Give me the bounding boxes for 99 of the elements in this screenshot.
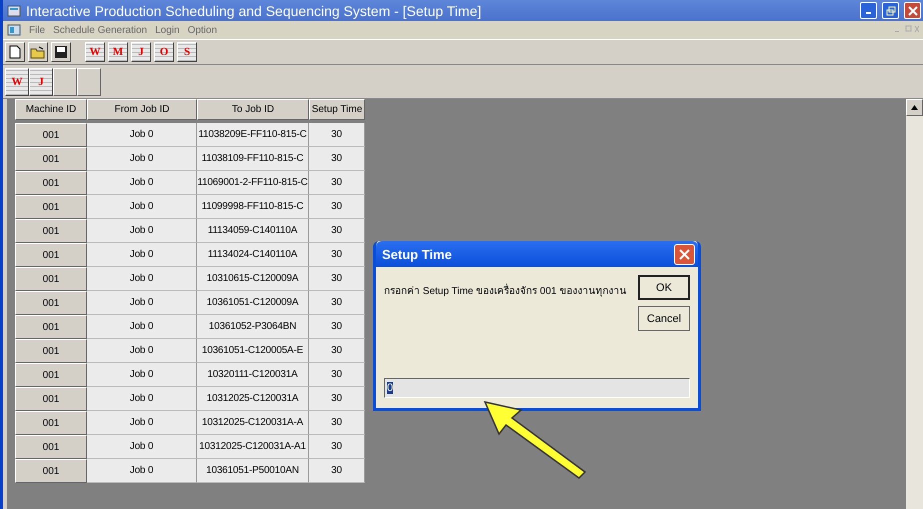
table-cell: 11069001-2-FF110-815-C: [197, 171, 309, 195]
table-cell: 11134059-C140110A: [197, 219, 309, 243]
table-cell: Job 0: [87, 411, 197, 435]
table-cell: 10310615-C120009A: [197, 267, 309, 291]
toolbar-button[interactable]: O: [154, 42, 174, 62]
column-header[interactable]: Machine ID: [15, 99, 87, 120]
table-cell: Job 0: [87, 171, 197, 195]
table-cell: Job 0: [87, 459, 197, 483]
table-cell: Job 0: [87, 243, 197, 267]
row-header[interactable]: 001: [15, 435, 87, 459]
dialog-button[interactable]: OK: [638, 275, 690, 300]
row-header[interactable]: 001: [15, 339, 87, 363]
close-icon: [908, 6, 918, 16]
input-field[interactable]: 0: [384, 378, 690, 398]
up-arrow-icon[interactable]: [911, 105, 918, 110]
table-cell: 11038209E-FF110-815-C: [197, 123, 309, 147]
menu-item[interactable]: Schedule Generation: [53, 24, 148, 36]
open-button[interactable]: [28, 42, 48, 62]
dialog-button[interactable]: Cancel: [638, 306, 690, 331]
blank-toolbar-button[interactable]: [53, 68, 77, 96]
toolbar-button[interactable]: W: [85, 42, 105, 62]
table-cell: Job 0: [87, 123, 197, 147]
row-header[interactable]: 001: [15, 315, 87, 339]
table-cell: Job 0: [87, 147, 197, 171]
table-cell: 10361051-P50010AN: [197, 459, 309, 483]
toolbar-button[interactable]: J: [29, 68, 53, 96]
window-title: Interactive Production Scheduling and Sequencing System - [Setup Time]: [26, 2, 482, 18]
row-header[interactable]: 001: [15, 147, 87, 171]
table-cell: 30: [309, 195, 365, 219]
table-cell: 30: [309, 435, 365, 459]
toolbar-button[interactable]: S: [177, 42, 197, 62]
table-cell: 30: [309, 315, 365, 339]
toolbar-button[interactable]: M: [108, 42, 128, 62]
table-cell: 30: [309, 339, 365, 363]
new-file-button[interactable]: [5, 42, 25, 62]
table-cell: 30: [309, 171, 365, 195]
table-cell: 30: [309, 387, 365, 411]
table-cell: Job 0: [87, 195, 197, 219]
table-cell: 30: [309, 219, 365, 243]
menu-item[interactable]: Option: [188, 24, 218, 36]
row-header[interactable]: 001: [15, 267, 87, 291]
table-cell: Job 0: [87, 435, 197, 459]
blank-toolbar-button[interactable]: [77, 68, 101, 96]
table-cell: 10361051-C120005A-E: [197, 339, 309, 363]
toolbar-button[interactable]: W: [5, 68, 29, 96]
menu-item[interactable]: Login: [155, 24, 180, 36]
table-cell: Job 0: [87, 363, 197, 387]
table-cell: Job 0: [87, 291, 197, 315]
table-cell: 11099998-FF110-815-C: [197, 195, 309, 219]
table-cell: Job 0: [87, 387, 197, 411]
close-button[interactable]: [904, 2, 921, 19]
dialog-title: Setup Time: [382, 246, 452, 262]
table-cell: 10320111-C120031A: [197, 363, 309, 387]
table-cell: 10361052-P3064BN: [197, 315, 309, 339]
save-button[interactable]: [51, 42, 71, 62]
table-cell: 30: [309, 363, 365, 387]
table-cell: 10312025-C120031A-A: [197, 411, 309, 435]
table-cell: Job 0: [87, 219, 197, 243]
table-cell: 10312025-C120031A-A1: [197, 435, 309, 459]
row-header[interactable]: 001: [15, 243, 87, 267]
table-cell: 30: [309, 243, 365, 267]
table-cell: 10361051-C120009A: [197, 291, 309, 315]
table-cell: Job 0: [87, 315, 197, 339]
table-cell: 30: [309, 123, 365, 147]
close-button[interactable]: [674, 244, 695, 264]
column-header[interactable]: From Job ID: [87, 99, 197, 120]
row-header[interactable]: 001: [15, 363, 87, 387]
minimize-button[interactable]: [860, 2, 877, 19]
row-header[interactable]: 001: [15, 291, 87, 315]
column-header[interactable]: To Job ID: [197, 99, 309, 120]
column-header[interactable]: Setup Time: [309, 99, 365, 120]
row-header[interactable]: 001: [15, 195, 87, 219]
menu-item[interactable]: File: [29, 24, 46, 36]
table-cell: 11134024-C140110A: [197, 243, 309, 267]
table-cell: 30: [309, 291, 365, 315]
row-header[interactable]: 001: [15, 123, 87, 147]
restore-icon: [886, 6, 896, 16]
dialog-message: กรอกค่า Setup Time ของเครื่องจักร 001 ของงานทุกงาน: [384, 275, 630, 378]
table-cell: 30: [309, 267, 365, 291]
table-cell: 11038109-FF110-815-C: [197, 147, 309, 171]
table-cell: 30: [309, 411, 365, 435]
row-header[interactable]: 001: [15, 219, 87, 243]
table-cell: Job 0: [87, 267, 197, 291]
row-header[interactable]: 001: [15, 459, 87, 483]
document-icon: [7, 23, 21, 37]
folder-icon: [30, 46, 46, 58]
row-header[interactable]: 001: [15, 387, 87, 411]
close-icon: [679, 248, 690, 260]
table-cell: 30: [309, 459, 365, 483]
table-cell: 30: [309, 147, 365, 171]
scrollbar[interactable]: [906, 99, 923, 509]
restore-button[interactable]: [882, 2, 899, 19]
blank-page-icon: [9, 45, 21, 59]
app-icon: [7, 4, 21, 18]
row-header[interactable]: 001: [15, 411, 87, 435]
table-cell: 10312025-C120031A: [197, 387, 309, 411]
table-cell: Job 0: [87, 339, 197, 363]
toolbar-button[interactable]: J: [131, 42, 151, 62]
row-header[interactable]: 001: [15, 171, 87, 195]
